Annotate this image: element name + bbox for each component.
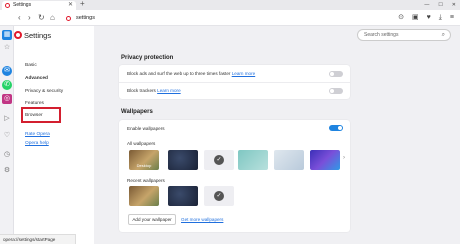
block-ads-row: Block ads and surf the web up to three t… [127,71,255,76]
recent-wallpaper-thumb[interactable] [168,186,198,206]
url-field[interactable]: settings [64,13,404,23]
opera-logo-icon [66,16,71,21]
heart-icon[interactable]: ♡ [2,131,12,141]
nav-privacy-security[interactable]: Privacy & security [25,89,63,94]
url-text: settings [76,15,95,21]
send-icon[interactable]: ▷ [2,114,12,124]
wallpaper-thumb-desktop[interactable]: Desktop [129,150,159,170]
toolbar-icons: ⊙ ▣ ♥ ⤓ ≡ [398,13,454,23]
rate-opera-link[interactable]: Rate Opera [25,132,50,137]
block-ads-learn-more[interactable]: Learn more [232,71,256,76]
snapshot-icon[interactable]: ▣ [412,13,419,23]
search-icon: ⌕ [441,32,445,38]
new-tab-button[interactable]: + [80,0,85,8]
block-trackers-toggle[interactable] [329,88,343,94]
recent-wallpaper-thumb-selected[interactable]: ✓ [204,186,234,206]
check-icon: ✓ [214,155,224,165]
speed-dial-icon[interactable]: ▦ [2,30,12,40]
maximize-button[interactable]: ☐ [438,0,442,10]
history-icon[interactable]: ◷ [2,150,12,160]
search-input[interactable]: Search settings ⌕ [357,29,451,41]
enable-wallpapers-toggle[interactable] [329,125,343,131]
status-url: opera://settings/startPage [3,237,56,242]
nav-features[interactable]: Features [25,101,44,106]
next-wallpapers-icon[interactable]: › [343,155,345,161]
wallpaper-thumb[interactable] [274,150,304,170]
heart-icon[interactable]: ♥ [427,13,431,23]
block-trackers-learn-more[interactable]: Learn more [157,88,181,93]
page-title: Settings [24,31,52,40]
wallpaper-thumb[interactable] [310,150,340,170]
wallpaper-thumb[interactable] [168,150,198,170]
tab-settings[interactable]: Settings ✕ [2,1,76,10]
menu-icon[interactable]: ≡ [450,13,454,23]
opera-help-link[interactable]: Opera help [25,141,49,146]
wallpapers-section-title: Wallpapers [121,109,153,115]
opera-logo-icon [14,31,22,39]
star-icon[interactable]: ☆ [2,43,12,53]
block-trackers-label: Block trackers [127,88,156,93]
wallpaper-thumb[interactable] [238,150,268,170]
address-bar: ‹ › ↻ ⌂ settings ⊙ ▣ ♥ ⤓ ≡ [0,10,460,26]
close-window-button[interactable]: ✕ [452,0,456,10]
search-placeholder: Search settings [364,32,399,38]
gear-icon[interactable]: ⚙ [2,166,12,176]
back-button[interactable]: ‹ [18,13,21,23]
block-ads-toggle[interactable] [329,71,343,77]
tab-bar: Settings ✕ + — ☐ ✕ [0,0,460,10]
whatsapp-icon[interactable]: ✆ [2,80,12,90]
home-button[interactable]: ⌂ [50,13,55,23]
all-wallpapers-label: All wallpapers [127,141,156,146]
recent-wallpaper-thumb[interactable] [129,186,159,206]
opera-logo-icon [5,3,10,8]
forward-button[interactable]: › [28,13,31,23]
status-bar: opera://settings/startPage [0,234,76,244]
camera-icon[interactable]: ⊙ [398,13,404,23]
window-controls: — ☐ ✕ [424,0,456,10]
privacy-card: Block ads and surf the web up to three t… [119,65,350,99]
sidebar: ▦ ☆ ✉ ✆ ◎ ▷ ♡ ◷ ⚙ [0,26,14,244]
wallpaper-label: Desktop [136,163,152,168]
tab-title: Settings [13,2,32,8]
block-ads-label: Block ads and surf the web up to three t… [127,71,231,76]
privacy-section-title: Privacy protection [121,55,174,61]
close-tab-icon[interactable]: ✕ [68,1,73,10]
nav-basic[interactable]: Basic [25,63,37,68]
minimize-button[interactable]: — [424,0,429,10]
divider [119,82,350,83]
enable-wallpapers-label: Enable wallpapers [127,126,165,131]
block-trackers-row: Block trackers Learn more [127,88,181,93]
get-more-wallpapers-link[interactable]: Get more wallpapers [181,217,223,222]
wallpaper-thumb-selected[interactable]: ✓ [204,150,234,170]
instagram-icon[interactable]: ◎ [2,94,12,104]
download-icon[interactable]: ⤓ [439,13,442,23]
highlight-box [21,107,61,123]
reload-button[interactable]: ↻ [38,13,45,23]
nav-advanced[interactable]: Advanced [25,76,48,81]
add-wallpaper-button[interactable]: Add your wallpaper [128,214,176,225]
check-icon: ✓ [214,191,224,201]
messenger-icon[interactable]: ✉ [2,66,12,76]
recent-wallpapers-label: Recent wallpapers [127,178,165,183]
